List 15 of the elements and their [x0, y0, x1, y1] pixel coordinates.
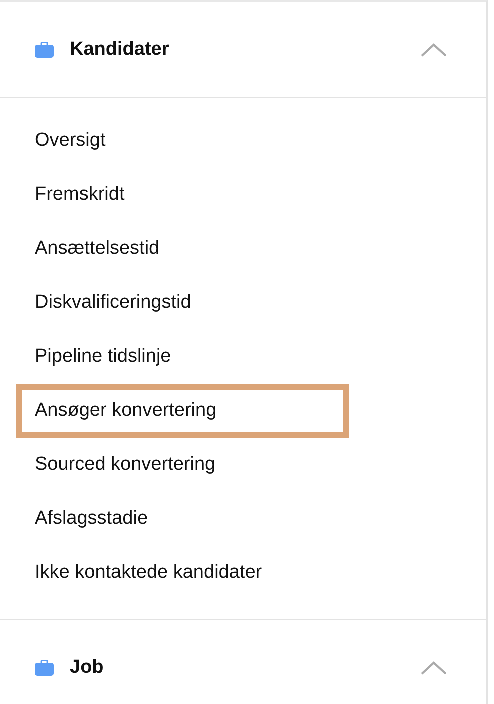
section-title: Job	[70, 656, 105, 678]
chevron-icon[interactable]	[420, 660, 448, 676]
menu-item[interactable]: Sourced konvertering	[16, 438, 349, 492]
chevron-icon[interactable]	[420, 42, 448, 58]
menu-item[interactable]: Ansøger konvertering	[16, 384, 349, 438]
menu-item[interactable]: Pipeline tidslinje	[16, 330, 349, 384]
section-title: Kandidater	[70, 38, 170, 60]
menu-item[interactable]: Oversigt	[16, 114, 349, 168]
menu-item[interactable]: Ansættelsestid	[16, 222, 349, 276]
menu-item[interactable]: Ikke kontaktede kandidater	[16, 546, 349, 600]
menu-item[interactable]: Fremskridt	[16, 168, 349, 222]
briefcase-icon	[35, 42, 54, 58]
briefcase-icon	[35, 660, 54, 676]
menu-item[interactable]: Afslagsstadie	[16, 492, 349, 546]
menu-item[interactable]: Diskvalificeringstid	[16, 276, 349, 330]
